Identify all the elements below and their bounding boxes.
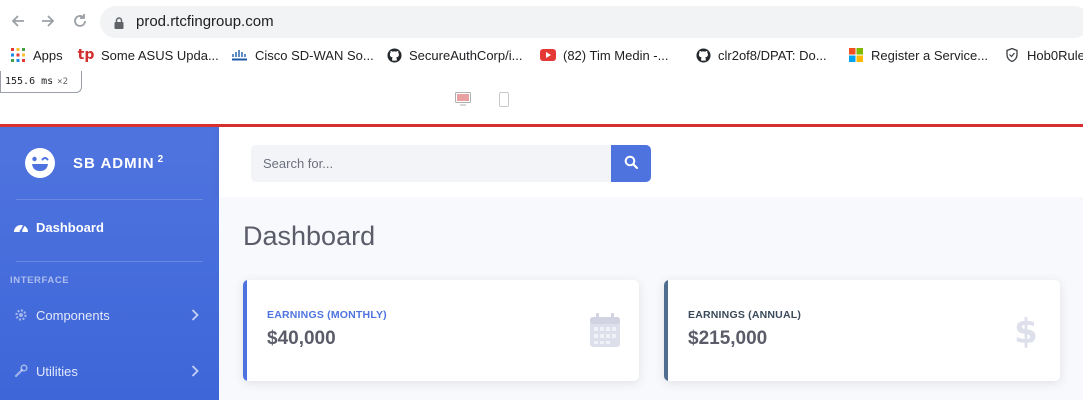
bookmark-label: Cisco SD-WAN So... xyxy=(255,47,374,63)
forward-arrow-icon[interactable] xyxy=(38,12,58,32)
sidebar: SB ADMIN 2 Dashboard INTERFACE Components… xyxy=(0,127,219,400)
topbar-search xyxy=(251,145,651,182)
brand-name-text: SB ADMIN xyxy=(73,155,155,172)
card-value: $40,000 xyxy=(267,328,336,349)
github-icon xyxy=(386,47,402,63)
bookmark-dpat[interactable]: clr2of8/DPAT: Do... xyxy=(695,46,827,64)
apps-grid-icon xyxy=(10,47,26,63)
laugh-wink-icon xyxy=(24,147,56,179)
github-icon xyxy=(695,47,711,63)
bookmark-label: (82) Tim Medin -... xyxy=(563,47,669,63)
microsoft-icon xyxy=(848,47,864,63)
back-arrow-icon[interactable] xyxy=(8,12,28,32)
cog-icon xyxy=(13,307,29,323)
earnings-monthly-card: EARNINGS (MONTHLY) $40,000 xyxy=(243,280,639,381)
bookmark-label: Register a Service... xyxy=(871,47,989,63)
timing-overlay: 155.6 ms ×2 xyxy=(0,71,82,93)
bookmark-apps[interactable]: Apps xyxy=(10,46,63,64)
mobile-icon[interactable] xyxy=(499,92,509,112)
sidebar-divider xyxy=(16,261,203,262)
sidebar-item-utilities[interactable]: Utilities xyxy=(0,351,219,391)
bookmark-cisco[interactable]: Cisco SD-WAN So... xyxy=(232,46,374,64)
sidebar-heading-interface: INTERFACE xyxy=(10,275,70,286)
tachometer-icon xyxy=(13,219,29,235)
card-label: EARNINGS (MONTHLY) xyxy=(267,309,387,321)
sidebar-brand[interactable]: SB ADMIN 2 xyxy=(0,127,219,199)
bookmark-label: SecureAuthCorp/i... xyxy=(409,47,523,63)
card-value: $215,000 xyxy=(688,328,768,349)
page-title: Dashboard xyxy=(243,221,376,251)
youtube-icon xyxy=(540,47,556,63)
bookmarks-bar: Apps tp Some ASUS Upda... Cisco SD-WAN S… xyxy=(0,42,1083,68)
bookmark-label: Apps xyxy=(33,47,63,63)
shield-icon xyxy=(1004,47,1020,63)
topbar xyxy=(219,127,1083,197)
sidebar-item-components[interactable]: Components xyxy=(0,295,219,335)
address-bar[interactable]: prod.rtcfingroup.com xyxy=(100,6,1083,38)
brand-version: 2 xyxy=(157,154,165,165)
timing-multiplier: ×2 xyxy=(57,77,69,87)
browser-nav-row: prod.rtcfingroup.com xyxy=(0,4,1083,40)
earnings-annual-card: EARNINGS (ANNUAL) $215,000 $ xyxy=(664,280,1060,381)
svg-text:$: $ xyxy=(1016,312,1036,348)
chevron-right-icon xyxy=(191,364,199,378)
card-accent xyxy=(664,280,668,381)
bookmark-secureauth[interactable]: SecureAuthCorp/i... xyxy=(386,46,522,64)
browser-chrome: prod.rtcfingroup.com Apps tp Some ASUS U… xyxy=(0,0,1083,74)
brand-name: SB ADMIN 2 xyxy=(73,154,164,172)
bookmark-label: Some ASUS Upda... xyxy=(101,47,219,63)
chevron-right-icon xyxy=(191,308,199,322)
reload-icon[interactable] xyxy=(70,12,90,32)
card-accent xyxy=(243,280,247,381)
main-content: Dashboard EARNINGS (MONTHLY) $40,000 EAR… xyxy=(219,197,1083,400)
bookmark-tim-medin[interactable]: (82) Tim Medin -... xyxy=(540,46,668,64)
bookmark-label: clr2of8/DPAT: Do... xyxy=(718,47,827,63)
sidebar-item-label: Utilities xyxy=(36,363,78,379)
timing-value: 155.6 ms xyxy=(5,76,54,87)
search-input[interactable] xyxy=(251,145,611,182)
sidebar-item-dashboard[interactable]: Dashboard xyxy=(0,207,219,247)
lock-icon xyxy=(114,16,124,29)
search-button[interactable] xyxy=(611,145,651,182)
bookmark-asus[interactable]: tp Some ASUS Upda... xyxy=(78,46,219,64)
url-text: prod.rtcfingroup.com xyxy=(136,13,274,30)
calendar-icon xyxy=(589,312,621,348)
card-label: EARNINGS (ANNUAL) xyxy=(688,309,802,321)
wrench-icon xyxy=(13,363,29,379)
cisco-icon xyxy=(232,47,248,63)
sidebar-divider xyxy=(16,199,203,200)
desktop-icon[interactable] xyxy=(455,92,471,111)
bookmark-label: Hob0Rules xyxy=(1027,47,1083,63)
tp-logo-icon: tp xyxy=(77,47,95,63)
sidebar-item-label: Components xyxy=(36,307,110,323)
dollar-icon: $ xyxy=(1014,312,1038,352)
bookmark-register-service[interactable]: Register a Service... xyxy=(848,46,988,64)
sidebar-item-label: Dashboard xyxy=(36,219,104,235)
search-icon xyxy=(624,155,639,172)
bookmark-hob0rules[interactable]: Hob0Rules xyxy=(1004,46,1083,64)
